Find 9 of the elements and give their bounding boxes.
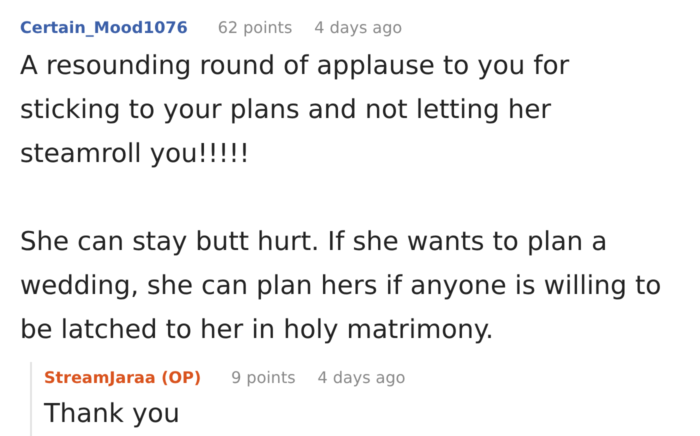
timestamp: 4 days ago [318, 368, 406, 387]
timestamp: 4 days ago [314, 18, 402, 37]
points-count: 9 points [231, 368, 296, 387]
comment-text: Thank you [44, 398, 181, 431]
username-link[interactable]: Certain_Mood1076 [20, 18, 188, 37]
username-link[interactable]: StreamJaraa (OP) [44, 368, 202, 387]
points-count: 62 points [218, 18, 292, 37]
comment-text: She can stay butt hurt. If she wants to plan a wedding, she can plan hers if anyone is willing to be latched to her in holy matrimony. [20, 226, 662, 347]
comment-text: A resounding round of applause to you for sticking to your plans and not letting her steamroll you!!!!! [20, 50, 570, 171]
